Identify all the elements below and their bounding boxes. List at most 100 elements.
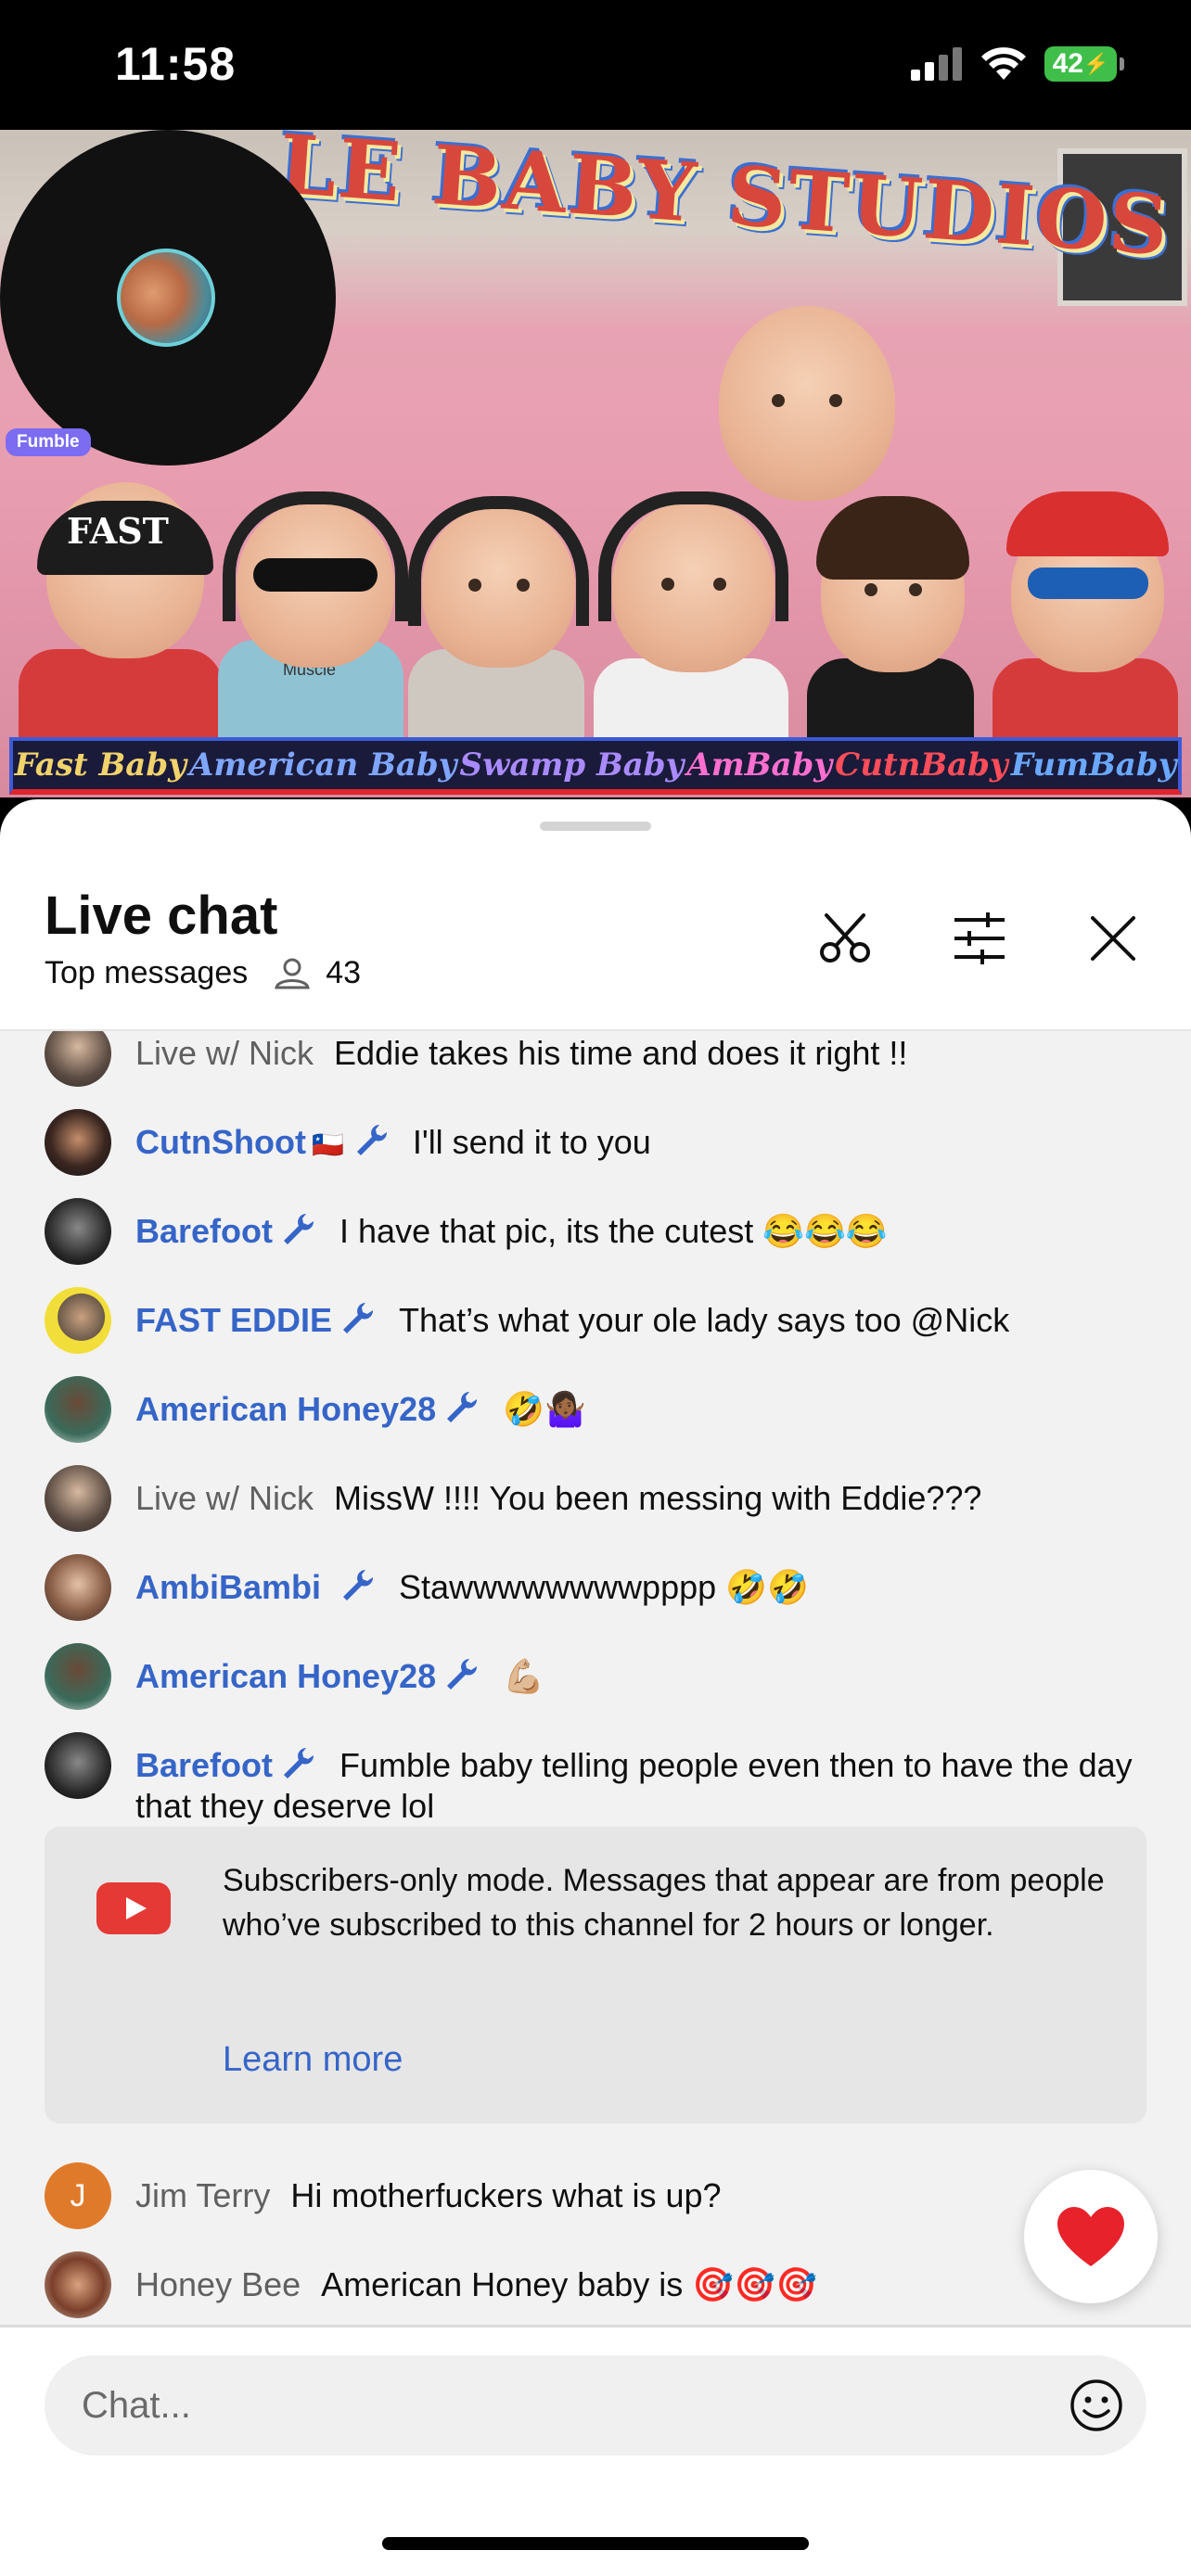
speaker-avatar — [117, 249, 215, 347]
message-author[interactable]: Jim Terry — [135, 2176, 270, 2214]
avatar[interactable] — [45, 1198, 111, 1265]
message-text: American Honey baby is 🎯🎯🎯 — [321, 2265, 817, 2303]
avatar[interactable] — [45, 1554, 111, 1621]
status-indicators: 42 ⚡ — [911, 46, 1124, 82]
message-author[interactable]: American Honey28 — [135, 1390, 436, 1428]
message-author[interactable]: Barefoot — [135, 1746, 273, 1784]
message-text: Stawwwwwwwwpppp 🤣🤣 — [399, 1568, 809, 1606]
message-text: 🤣🤷🏾‍♀️ — [503, 1391, 586, 1429]
avatar[interactable] — [45, 1643, 111, 1710]
chat-settings-button[interactable] — [942, 901, 1017, 976]
home-indicator[interactable] — [382, 2537, 809, 2550]
avatar[interactable] — [45, 1287, 111, 1354]
avatar[interactable] — [45, 1732, 111, 1799]
viewer-count-value: 43 — [326, 955, 362, 990]
message-author[interactable]: Honey Bee — [135, 2265, 301, 2303]
moderator-wrench-icon — [447, 1392, 478, 1422]
chat-message[interactable]: Live w/ Nick MissW !!!! You been messing … — [45, 1465, 1158, 1532]
chat-message[interactable]: American Honey28 💪🏼 — [45, 1643, 1158, 1710]
baby-name-label: Swamp Baby — [459, 746, 685, 784]
speaker-bubble[interactable] — [0, 130, 336, 465]
avatar[interactable]: J — [45, 2162, 111, 2229]
baby-cap — [1006, 491, 1169, 556]
moderator-wrench-icon — [356, 1125, 387, 1155]
close-button[interactable] — [1076, 901, 1150, 976]
youtube-logo-icon — [96, 1882, 171, 1934]
baby-cap: FAST — [37, 501, 213, 575]
cap-text: FAST — [67, 510, 169, 552]
emoji-picker-icon[interactable] — [1069, 2378, 1124, 2433]
moderator-wrench-icon — [447, 1659, 478, 1690]
drag-handle[interactable] — [540, 822, 651, 831]
chat-message[interactable]: FAST EDDIE That’s what your ole lady says… — [45, 1287, 1158, 1354]
headphones — [223, 491, 408, 621]
learn-more-link[interactable]: Learn more — [223, 2040, 403, 2080]
message-author[interactable]: Live w/ Nick — [135, 1479, 314, 1517]
moderator-wrench-icon — [343, 1303, 374, 1333]
studio-banner: LE BABY STUDIOS — [275, 130, 1173, 274]
baby-image — [719, 306, 895, 501]
chat-mode-label: Top messages — [45, 955, 249, 990]
live-chat-panel: Live chat Top messages 43 Live w/ Nick E… — [0, 799, 1191, 2576]
chat-message[interactable]: AmbiBambi Stawwwwwwwwpppp 🤣🤣 — [45, 1554, 1158, 1621]
baby-name-strip: Fast Baby American Baby Swamp Baby AmBab… — [9, 737, 1182, 795]
message-text: Eddie takes his time and does it right !… — [334, 1034, 908, 1072]
chile-flag-icon: 🇨🇱 — [311, 1129, 344, 1160]
message-author[interactable]: Live w/ Nick — [135, 1034, 314, 1072]
baby-name-label: FumBaby — [1010, 746, 1177, 784]
avatar[interactable] — [45, 1376, 111, 1443]
avatar[interactable] — [45, 1109, 111, 1176]
clip-button[interactable] — [809, 901, 883, 976]
chat-message[interactable]: American Honey28 🤣🤷🏾‍♀️ — [45, 1376, 1158, 1443]
moderator-wrench-icon — [284, 1214, 314, 1244]
close-icon — [1091, 916, 1135, 961]
headphones — [408, 496, 589, 626]
message-author[interactable]: Barefoot — [135, 1212, 273, 1250]
chat-message[interactable]: Honey Bee American Honey baby is 🎯🎯🎯 — [45, 2251, 1158, 2318]
message-author[interactable]: FAST EDDIE — [135, 1301, 332, 1339]
message-text: That’s what your ole lady says too @Nick — [399, 1301, 1010, 1339]
moderator-wrench-icon — [343, 1570, 374, 1600]
chat-mode-selector[interactable]: Top messages 43 — [45, 955, 361, 991]
message-text: 💪🏼 — [503, 1658, 544, 1696]
chat-message[interactable]: CutnShoot 🇨🇱 I'll send it to you — [45, 1109, 1158, 1176]
message-text: MissW !!!! You been messing with Eddie??… — [334, 1479, 982, 1517]
avatar[interactable] — [45, 2251, 111, 2318]
baby-name-label: CutnBaby — [835, 746, 1008, 784]
baby-name-label: AmBaby — [686, 746, 833, 784]
message-author[interactable]: American Honey28 — [135, 1657, 436, 1695]
avatar-letter: J — [70, 2178, 86, 2213]
message-author[interactable]: AmbiBambi — [135, 1568, 321, 1606]
chat-message[interactable]: J Jim Terry Hi motherfuckers what is up? — [45, 2162, 1158, 2229]
subscribers-only-notice: Subscribers-only mode. Messages that app… — [45, 1827, 1146, 2123]
moderator-wrench-icon — [284, 1748, 314, 1779]
cellular-signal-icon — [911, 47, 962, 81]
message-text: I have that pic, its the cutest 😂😂😂 — [339, 1212, 888, 1250]
baby-name-label: American Baby — [188, 746, 457, 784]
chat-message[interactable]: Barefoot I have that pic, its the cutest … — [45, 1198, 1158, 1265]
speaker-name-tag: Fumble — [6, 428, 91, 456]
message-text: Hi motherfuckers what is up? — [290, 2176, 722, 2214]
reaction-button[interactable] — [1024, 2170, 1158, 2303]
chat-input[interactable]: Chat... — [45, 2355, 1146, 2455]
chat-input-area: Chat... — [0, 2327, 1191, 2576]
chat-message[interactable]: Live w/ Nick Eddie takes his time and doe… — [45, 1031, 1158, 1087]
notice-text: Subscribers-only mode. Messages that app… — [223, 1863, 1105, 1943]
battery-icon: 42 ⚡ — [1044, 46, 1124, 82]
heart-icon — [1057, 2207, 1124, 2266]
baby-hair — [816, 496, 969, 580]
avatar[interactable] — [45, 1465, 111, 1532]
scissors-icon — [820, 913, 870, 963]
status-bar: 11:58 42 ⚡ — [0, 0, 1191, 130]
status-time: 11:58 — [115, 38, 237, 90]
chat-input-placeholder: Chat... — [82, 2384, 191, 2426]
viewer-count: 43 — [274, 955, 361, 991]
avatar[interactable] — [45, 1031, 111, 1087]
message-author[interactable]: CutnShoot — [135, 1123, 306, 1161]
headphones — [598, 491, 788, 621]
wifi-icon — [981, 47, 1026, 80]
chat-message[interactable]: Barefoot Fumble baby telling people even … — [45, 1732, 1158, 1827]
battery-level: 42 — [1052, 48, 1083, 79]
person-icon — [275, 958, 311, 988]
chat-title: Live chat — [45, 886, 278, 946]
